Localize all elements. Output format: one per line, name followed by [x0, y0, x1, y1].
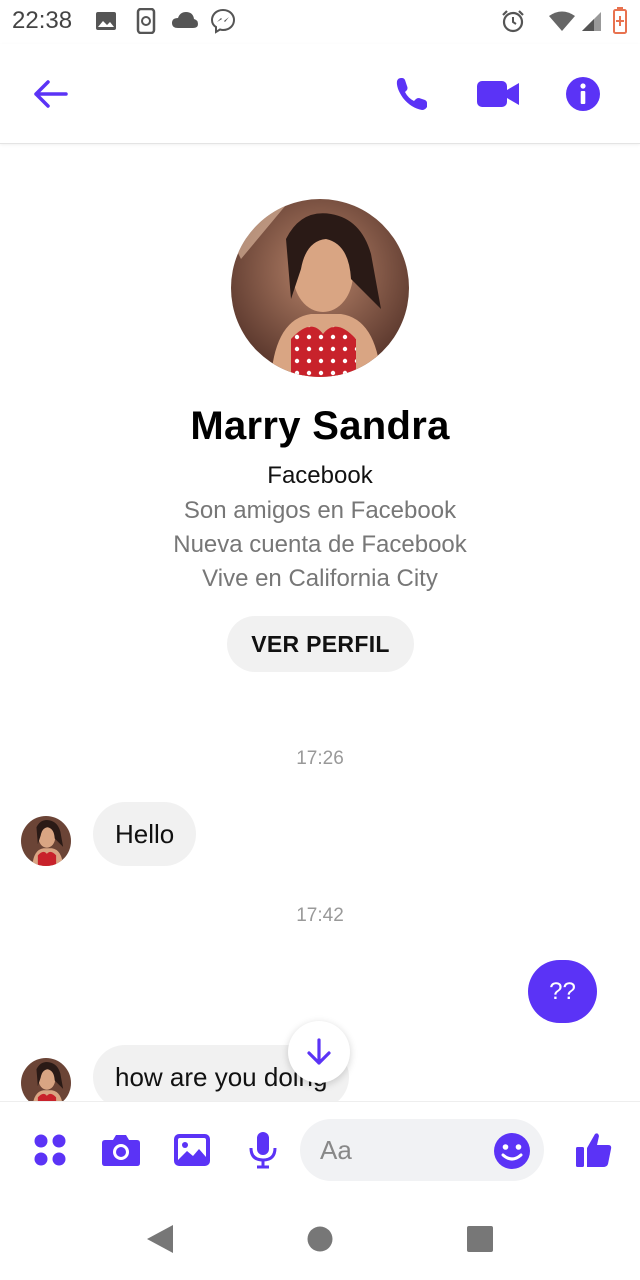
message-input-wrapper	[300, 1119, 544, 1181]
profile-avatar[interactable]	[231, 199, 409, 377]
conversation-header	[0, 44, 640, 144]
gallery-icon	[174, 1134, 210, 1166]
contact-avatar[interactable]	[21, 816, 71, 866]
emoji-button[interactable]	[492, 1131, 532, 1171]
video-call-button[interactable]	[474, 70, 522, 118]
arrow-down-icon	[307, 1038, 331, 1065]
system-nav-bar	[0, 1199, 640, 1280]
message-timestamp: 17:26	[296, 748, 344, 769]
recents-square-icon	[467, 1226, 493, 1252]
apps-icon	[34, 1134, 66, 1166]
messenger-icon	[210, 8, 236, 39]
nav-back-button[interactable]	[140, 1219, 180, 1259]
info-icon	[566, 77, 600, 111]
like-button[interactable]	[570, 1126, 618, 1174]
nav-recents-button[interactable]	[460, 1219, 500, 1259]
battery-icon	[612, 6, 628, 39]
image-icon	[95, 10, 117, 37]
view-profile-button[interactable]: VER PERFIL	[227, 616, 414, 672]
status-bar: 22:38	[0, 0, 640, 44]
wifi-icon	[548, 10, 576, 37]
profile-info-line: Vive en California City	[202, 565, 438, 592]
back-triangle-icon	[147, 1225, 173, 1253]
phone-sync-icon	[135, 7, 157, 39]
video-camera-icon	[477, 81, 519, 107]
incoming-message[interactable]: Hello	[93, 802, 197, 866]
home-circle-icon	[307, 1226, 333, 1252]
scroll-to-bottom-button[interactable]	[288, 1021, 350, 1083]
alarm-icon	[501, 9, 525, 38]
more-actions-button[interactable]	[26, 1126, 74, 1174]
message-input[interactable]	[320, 1119, 490, 1181]
arrow-left-icon	[34, 80, 68, 108]
audio-call-button[interactable]	[388, 70, 436, 118]
back-button[interactable]	[26, 70, 74, 118]
gallery-button[interactable]	[168, 1126, 216, 1174]
status-time: 22:38	[12, 7, 73, 34]
outgoing-message[interactable]: ??	[528, 960, 597, 1023]
info-button[interactable]	[559, 70, 607, 118]
thumbs-up-icon	[576, 1133, 612, 1167]
nav-home-button[interactable]	[300, 1219, 340, 1259]
camera-icon	[102, 1135, 140, 1166]
profile-info-line: Son amigos en Facebook	[183, 497, 457, 524]
message-timestamp: 17:42	[296, 905, 344, 926]
profile-info-line: Nueva cuenta de Facebook	[173, 531, 467, 558]
profile-name: Marry Sandra	[190, 404, 450, 448]
phone-icon	[396, 78, 427, 110]
message-composer	[0, 1101, 640, 1199]
profile-platform: Facebook	[267, 462, 373, 489]
camera-button[interactable]	[97, 1126, 145, 1174]
cloud-icon	[171, 10, 199, 35]
signal-icon	[580, 10, 604, 37]
emoji-icon	[494, 1133, 530, 1169]
voice-message-button[interactable]	[239, 1126, 287, 1174]
microphone-icon	[249, 1132, 277, 1169]
